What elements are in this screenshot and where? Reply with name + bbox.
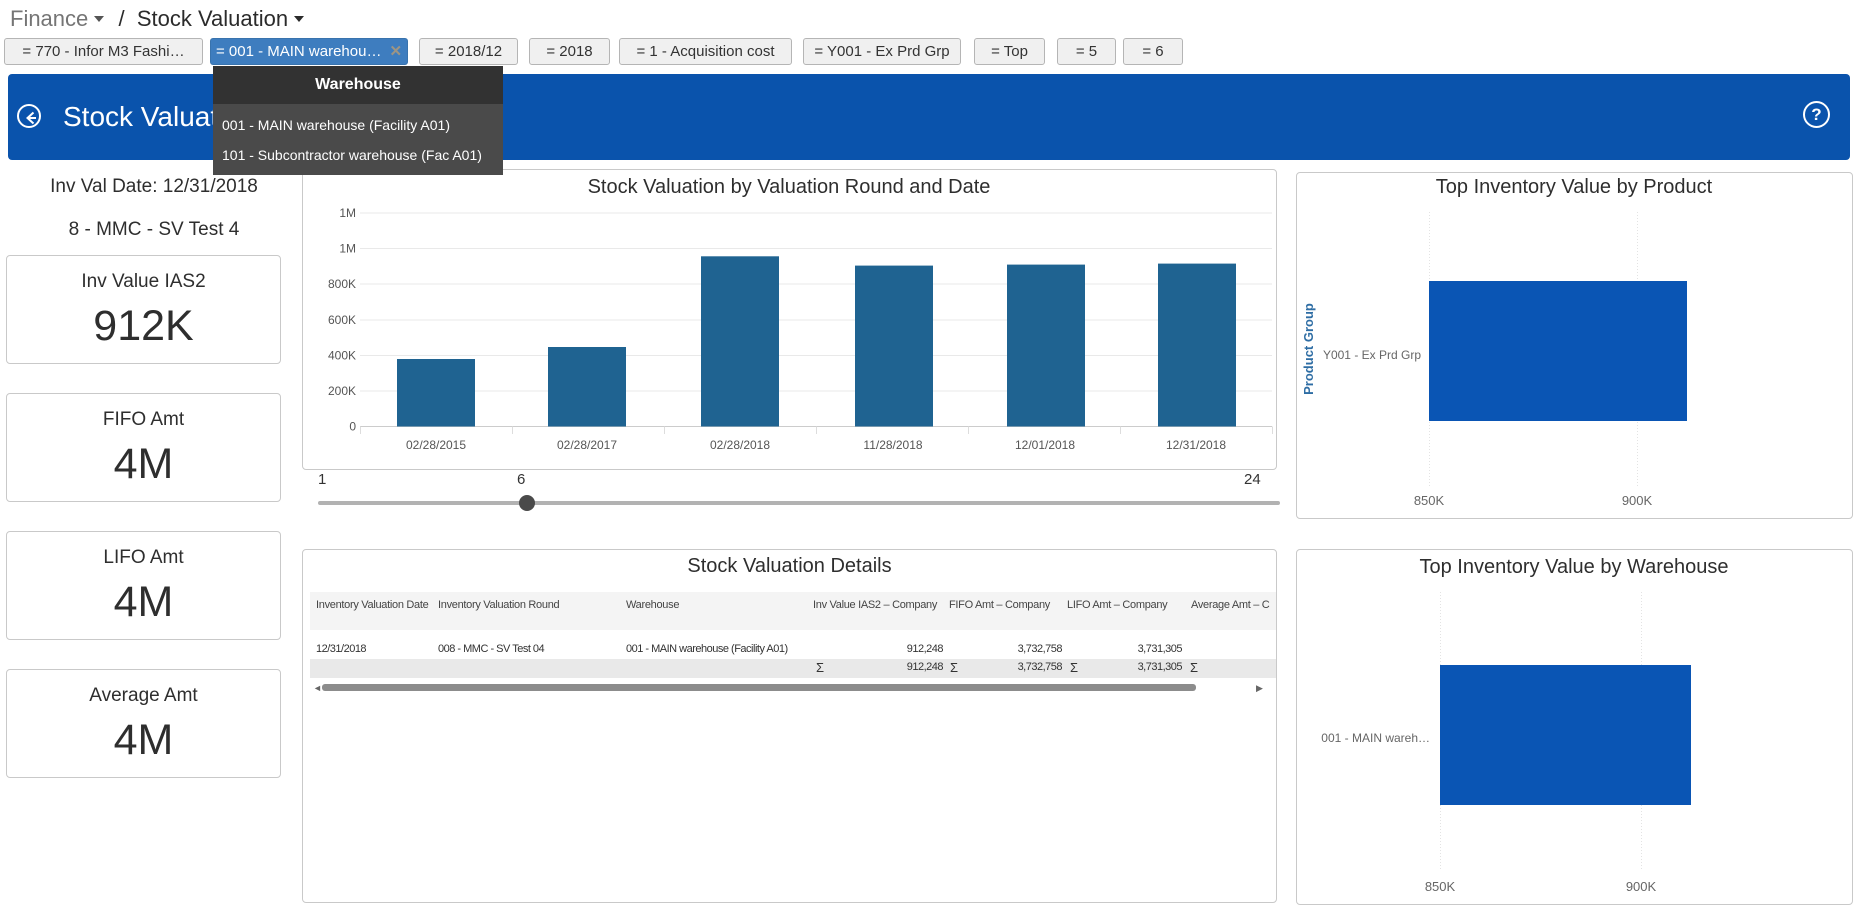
- svg-text:02/28/2018: 02/28/2018: [710, 438, 770, 452]
- svg-text:850K: 850K: [1414, 493, 1445, 508]
- svg-text:02/28/2015: 02/28/2015: [406, 438, 466, 452]
- svg-text:Top Inventory Value by Product: Top Inventory Value by Product: [1436, 176, 1713, 198]
- svg-text:1M: 1M: [339, 242, 356, 256]
- svg-text:Stock Valuation by Valuation R: Stock Valuation by Valuation Round and D…: [588, 176, 991, 198]
- svg-text:11/28/2018: 11/28/2018: [863, 438, 922, 452]
- svg-text:Top Inventory Value by Warehou: Top Inventory Value by Warehouse: [1419, 556, 1728, 578]
- svg-text:001 - MAIN wareh…: 001 - MAIN wareh…: [1321, 731, 1430, 745]
- svg-text:800K: 800K: [328, 277, 356, 291]
- svg-text:850K: 850K: [1425, 879, 1456, 894]
- svg-text:900K: 900K: [1622, 493, 1653, 508]
- svg-text:Product Group: Product Group: [1301, 303, 1316, 395]
- svg-text:1M: 1M: [339, 206, 356, 220]
- svg-text:200K: 200K: [328, 384, 356, 398]
- svg-text:900K: 900K: [1626, 879, 1657, 894]
- svg-text:400K: 400K: [328, 349, 356, 363]
- svg-text:12/01/2018: 12/01/2018: [1015, 438, 1075, 452]
- svg-text:12/31/2018: 12/31/2018: [1166, 438, 1226, 452]
- svg-text:02/28/2017: 02/28/2017: [557, 438, 617, 452]
- svg-text:600K: 600K: [328, 313, 356, 327]
- svg-text:0: 0: [349, 420, 356, 434]
- svg-text:Y001 - Ex Prd Grp: Y001 - Ex Prd Grp: [1323, 348, 1421, 362]
